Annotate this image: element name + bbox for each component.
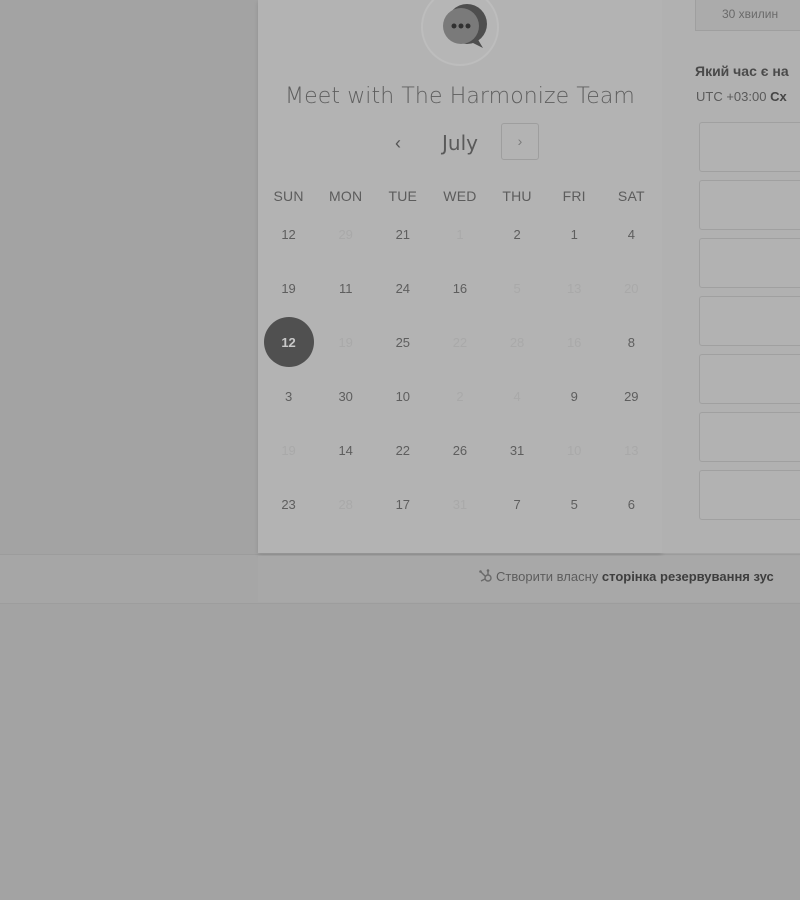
calendar-day[interactable]: 16 (431, 261, 488, 315)
time-question-heading: Який час є на (695, 63, 789, 79)
selected-day-indicator: 12 (263, 317, 314, 367)
calendar-day[interactable]: 22 (374, 423, 431, 477)
calendar-day: 29 (338, 226, 353, 242)
calendar-day[interactable]: 21 (374, 207, 431, 261)
timezone-label[interactable]: UTC +03:00 Сх (696, 89, 787, 104)
weekday-label: WED (443, 188, 477, 204)
calendar-day: 16 (566, 334, 582, 350)
calendar-day[interactable]: 3 (260, 369, 317, 423)
weekday-label: FRI (562, 188, 586, 204)
footer: Створити власну сторінка резервування зу… (258, 556, 800, 602)
calendar-day: 2 (456, 388, 464, 404)
time-slot-button[interactable] (699, 122, 800, 172)
calendar-day[interactable]: 26 (431, 423, 488, 477)
calendar-day: 28 (338, 496, 353, 512)
calendar-day: 5 (513, 280, 521, 296)
calendar-week-row: 12 19 25 22 28 16 8 (260, 315, 660, 369)
calendar-week-row: 19 14 22 26 31 10 13 (260, 423, 660, 477)
weekday-label: SUN (273, 188, 304, 204)
time-slot-button[interactable] (699, 296, 800, 346)
calendar-day: 20 (624, 280, 639, 296)
calendar-day[interactable]: 2 (489, 207, 546, 261)
calendar-day[interactable]: 11 (317, 261, 374, 315)
calendar-week-row: 3 30 10 2 4 9 29 (260, 369, 660, 423)
calendar-card: Meet with The Harmonize Team ‹ July › SU… (258, 0, 662, 553)
calendar-day[interactable]: 5 (546, 477, 603, 531)
calendar-day: 19 (338, 334, 353, 350)
calendar-day[interactable]: 1 (546, 207, 603, 261)
time-slot-button[interactable] (699, 412, 800, 462)
calendar-day[interactable]: 31 (489, 423, 546, 477)
time-slot-button[interactable] (699, 238, 800, 288)
calendar-day[interactable]: 14 (317, 423, 374, 477)
calendar-week-row: 19 11 24 16 5 13 20 (260, 261, 660, 315)
calendar-day: 19 (281, 442, 296, 458)
calendar-day-selected[interactable]: 12 (260, 315, 317, 369)
timezone-name: Сх (770, 89, 787, 104)
time-slot-button[interactable] (699, 180, 800, 230)
calendar-grid: 12 29 21 1 2 1 4 19 11 24 16 5 13 20 12 19 25 22 28 16 8 3 30 1… (260, 207, 660, 531)
calendar-day[interactable]: 29 (603, 369, 660, 423)
calendar-week-row: 23 28 17 31 7 5 6 (260, 477, 660, 531)
calendar-day[interactable]: 24 (374, 261, 431, 315)
create-own-page-link[interactable]: Створити власну сторінка резервування зу… (478, 568, 774, 584)
calendar-week-row: 12 29 21 1 2 1 4 (260, 207, 660, 261)
footer-prefix: Створити власну (496, 569, 599, 584)
chat-bubble-icon (443, 4, 487, 48)
calendar-day[interactable]: 8 (603, 315, 660, 369)
time-selection-pane: 30 хвилин Який час є на UTC +03:00 Сх (662, 0, 800, 553)
calendar-day[interactable]: 19 (260, 261, 317, 315)
calendar-day: 13 (566, 280, 582, 296)
weekday-header: SUN MON TUE WED THU FRI SAT (260, 188, 660, 204)
sprocket-icon (479, 569, 492, 582)
calendar-day: 4 (513, 388, 521, 404)
calendar-day[interactable]: 25 (374, 315, 431, 369)
calendar-day[interactable]: 9 (546, 369, 603, 423)
weekday-label: TUE (388, 188, 418, 204)
page-title: Meet with The Harmonize Team (285, 84, 635, 109)
calendar-day[interactable]: 4 (603, 207, 660, 261)
prev-month-button[interactable]: ‹ (378, 124, 418, 162)
weekday-label: MON (329, 188, 363, 204)
avatar (421, 0, 499, 66)
time-slot-button[interactable] (699, 470, 800, 520)
calendar-day: 1 (456, 226, 464, 242)
calendar-day[interactable]: 7 (489, 477, 546, 531)
weekday-label: SAT (617, 188, 645, 204)
calendar-day: 31 (452, 496, 468, 512)
calendar-day: 28 (509, 334, 525, 350)
calendar-day[interactable]: 23 (260, 477, 317, 531)
next-month-button[interactable]: › (501, 123, 539, 160)
time-slot-button[interactable] (699, 354, 800, 404)
timezone-offset: UTC +03:00 (696, 89, 767, 104)
calendar-day[interactable]: 17 (374, 477, 431, 531)
month-label: July (442, 131, 478, 155)
calendar-day[interactable]: 10 (374, 369, 431, 423)
calendar-day: 22 (452, 334, 468, 350)
calendar-day[interactable]: 30 (317, 369, 374, 423)
calendar-day[interactable]: 6 (603, 477, 660, 531)
calendar-day: 10 (566, 442, 582, 458)
weekday-label: THU (502, 188, 532, 204)
footer-bold: сторінка резервування зус (601, 569, 774, 584)
calendar-day: 13 (624, 442, 639, 458)
duration-tab[interactable]: 30 хвилин (695, 0, 800, 31)
calendar-day[interactable]: 12 (260, 207, 317, 261)
